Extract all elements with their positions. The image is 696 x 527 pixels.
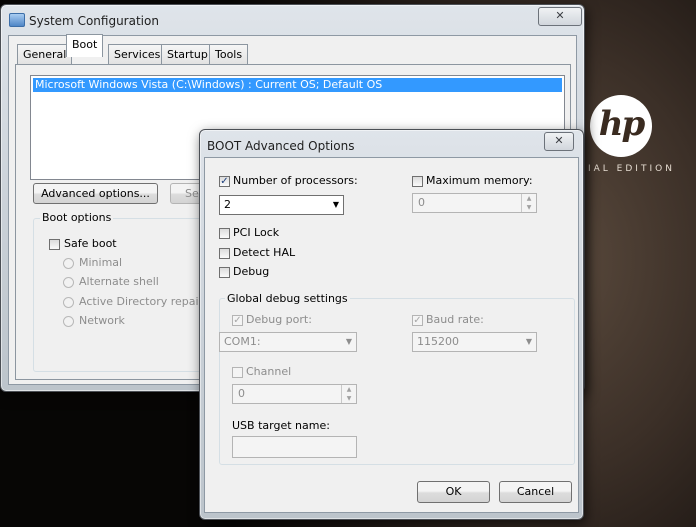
number-of-processors-value: 2 — [224, 198, 231, 211]
safe-boot-label: Safe boot — [64, 237, 117, 250]
radio-minimal[interactable] — [63, 258, 74, 269]
system-configuration-icon — [9, 13, 25, 27]
radio-network-label: Network — [79, 314, 125, 327]
debug-label: Debug — [233, 265, 270, 278]
advanced-options-button[interactable]: Advanced options... — [33, 183, 158, 204]
radio-network[interactable] — [63, 316, 74, 327]
pci-lock-checkbox[interactable] — [219, 228, 230, 239]
number-of-processors-label: Number of processors: — [233, 174, 358, 187]
debug-checkbox[interactable] — [219, 267, 230, 278]
channel-value: 0 — [238, 387, 245, 400]
number-of-processors-select[interactable]: 2 ▼ — [219, 195, 344, 215]
radio-active-directory-repair[interactable] — [63, 297, 74, 308]
close-button[interactable]: ✕ — [538, 7, 582, 26]
baud-rate-label: Baud rate: — [426, 313, 484, 326]
chevron-down-icon: ▼ — [345, 337, 352, 346]
usb-target-name-label: USB target name: — [232, 419, 330, 432]
radio-alternate-shell-label: Alternate shell — [79, 275, 159, 288]
debug-port-value: COM1: — [224, 335, 261, 348]
channel-checkbox[interactable] — [232, 367, 243, 378]
tab-general[interactable]: General — [17, 44, 73, 64]
tab-tools[interactable]: Tools — [209, 44, 249, 64]
usb-target-name-input[interactable] — [232, 436, 357, 458]
detect-hal-label: Detect HAL — [233, 246, 296, 259]
global-debug-settings-label: Global debug settings — [225, 292, 350, 305]
radio-minimal-label: Minimal — [79, 256, 123, 269]
window-title: System Configuration — [29, 14, 159, 28]
chevron-down-icon: ▼ — [525, 337, 532, 346]
cancel-button[interactable]: Cancel — [499, 481, 572, 503]
os-list-item[interactable]: Microsoft Windows Vista (C:\Windows) : C… — [33, 78, 562, 92]
baud-rate-value: 115200 — [417, 335, 459, 348]
channel-input[interactable]: 0 ▲ ▼ — [232, 384, 357, 404]
radio-active-directory-repair-label: Active Directory repair — [79, 295, 204, 308]
ok-button[interactable]: OK — [417, 481, 490, 503]
tab-services[interactable]: Services — [108, 44, 167, 64]
chevron-down-icon: ▼ — [332, 200, 339, 209]
boot-advanced-options-dialog: BOOT Advanced Options ✕ ✓ Number of proc… — [199, 129, 584, 520]
spin-down-icon: ▼ — [346, 395, 352, 402]
dialog-client-area: ✓ Number of processors: 2 ▼ Maximum memo… — [204, 157, 579, 513]
boot-options-label: Boot options — [40, 211, 114, 224]
debug-port-select[interactable]: COM1: ▼ — [219, 332, 357, 352]
pci-lock-label: PCI Lock — [233, 226, 280, 239]
baud-rate-select[interactable]: 115200 ▼ — [412, 332, 537, 352]
channel-spinner[interactable]: ▲ ▼ — [341, 385, 356, 403]
hp-logo: hp — [590, 95, 652, 157]
maximum-memory-value: 0 — [418, 196, 425, 209]
safe-boot-checkbox[interactable] — [49, 239, 60, 250]
maximum-memory-label: Maximum memory: — [426, 174, 533, 187]
spin-up-icon: ▲ — [526, 195, 532, 202]
radio-alternate-shell[interactable] — [63, 277, 74, 288]
maximum-memory-spinner[interactable]: ▲ ▼ — [521, 194, 536, 212]
number-of-processors-checkbox[interactable]: ✓ — [219, 176, 230, 187]
edition-text: IAL EDITION — [588, 164, 675, 174]
spin-up-icon: ▲ — [346, 386, 352, 393]
dialog-title: BOOT Advanced Options — [207, 139, 355, 153]
debug-port-checkbox[interactable]: ✓ — [232, 315, 243, 326]
detect-hal-checkbox[interactable] — [219, 248, 230, 259]
tab-startup[interactable]: Startup — [161, 44, 214, 64]
tab-boot[interactable]: Boot — [66, 34, 104, 57]
channel-label: Channel — [246, 365, 292, 378]
dialog-close-button[interactable]: ✕ — [544, 132, 574, 151]
spin-down-icon: ▼ — [526, 204, 532, 211]
debug-port-label: Debug port: — [246, 313, 312, 326]
maximum-memory-input[interactable]: 0 ▲ ▼ — [412, 193, 537, 213]
baud-rate-checkbox[interactable]: ✓ — [412, 315, 423, 326]
maximum-memory-checkbox[interactable] — [412, 176, 423, 187]
